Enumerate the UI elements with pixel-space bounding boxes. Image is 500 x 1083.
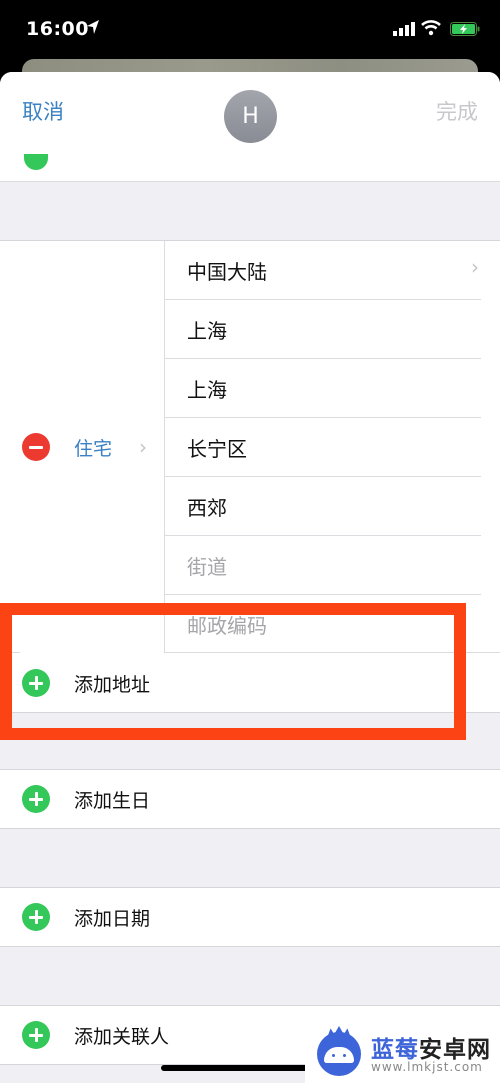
add-icon[interactable] (22, 903, 50, 931)
add-icon[interactable] (22, 785, 50, 813)
address-field-city[interactable]: 上海 (165, 359, 481, 418)
watermark-url: www.lmkjst.com (371, 1060, 483, 1074)
field-value[interactable]: 上海 (187, 374, 227, 403)
nav-bar: 取消 H 完成 (0, 72, 500, 163)
wifi-icon (421, 20, 441, 36)
address-field-province[interactable]: 上海 (165, 300, 481, 359)
address-field-country[interactable]: 中国大陆 › (165, 241, 481, 300)
field-value[interactable]: 中国大陆 (187, 256, 267, 285)
android-logo-icon (317, 1032, 361, 1076)
add-icon-partial (24, 154, 48, 170)
add-address-label[interactable]: 添加地址 (74, 670, 150, 697)
address-type-label[interactable]: 住宅 (74, 434, 112, 461)
add-birthday-row[interactable]: 添加生日 (0, 769, 500, 829)
field-value[interactable]: 西郊 (187, 492, 227, 521)
avatar-initial: H (242, 104, 259, 129)
location-arrow-icon (87, 20, 99, 34)
field-value[interactable]: 上海 (187, 315, 227, 344)
done-button[interactable]: 完成 (436, 96, 478, 126)
watermark-title: 蓝莓安卓网 (371, 1037, 491, 1063)
add-date-row[interactable]: 添加日期 (0, 887, 500, 947)
avatar[interactable]: H (224, 90, 277, 143)
status-time: 16:00 (26, 18, 89, 40)
address-field-street[interactable]: 街道 (165, 536, 481, 595)
add-icon[interactable] (22, 669, 50, 697)
battery-charging-icon (450, 22, 480, 36)
address-label-column: 住宅 › (0, 241, 164, 652)
add-address-row[interactable]: 添加地址 (0, 652, 500, 712)
address-field-district[interactable]: 长宁区 (165, 418, 481, 477)
add-date-label[interactable]: 添加日期 (74, 904, 150, 931)
address-field-postal-code[interactable]: 邮政编码 (165, 595, 481, 653)
status-bar: 16:00 (0, 0, 500, 60)
add-birthday-label[interactable]: 添加生日 (74, 786, 150, 813)
delete-address-icon[interactable] (22, 433, 50, 461)
field-value[interactable]: 长宁区 (187, 433, 247, 462)
contact-edit-sheet: 取消 H 完成 住宅 › 中国大陆 › 上海 上海 长宁区 西郊 街道 邮政编码 … (0, 72, 500, 1083)
home-indicator[interactable] (161, 1065, 311, 1071)
add-icon[interactable] (22, 1021, 50, 1049)
address-section: 住宅 › 中国大陆 › 上海 上海 长宁区 西郊 街道 邮政编码 添加地址 (0, 240, 500, 713)
chevron-right-icon: › (471, 255, 479, 279)
address-field-area[interactable]: 西郊 (165, 477, 481, 536)
address-fields: 中国大陆 › 上海 上海 长宁区 西郊 街道 邮政编码 (164, 241, 481, 653)
field-placeholder[interactable]: 邮政编码 (187, 610, 267, 639)
cellular-signal-icon (393, 22, 415, 36)
cancel-button[interactable]: 取消 (22, 96, 64, 126)
previous-section-row (0, 154, 500, 182)
watermark: 蓝莓安卓网 www.lmkjst.com (305, 1026, 500, 1083)
chevron-right-icon[interactable]: › (139, 435, 147, 459)
field-placeholder[interactable]: 街道 (187, 551, 227, 580)
add-related-name-label[interactable]: 添加关联人 (74, 1022, 169, 1049)
